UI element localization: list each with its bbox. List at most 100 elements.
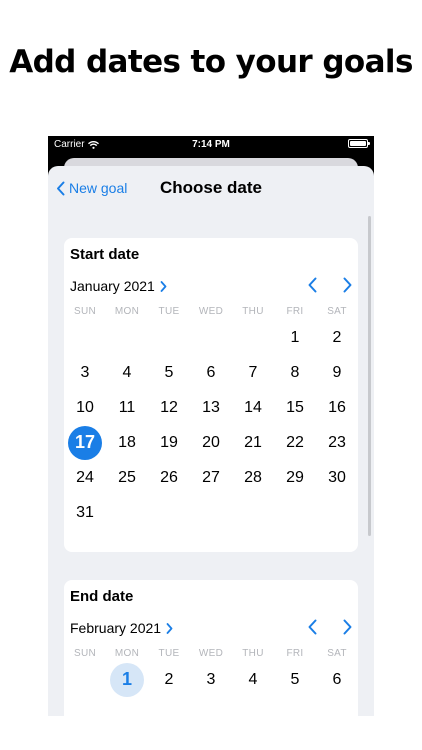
start-date-title: Start date	[70, 246, 140, 263]
day-25[interactable]: 25	[106, 460, 148, 495]
calendar-week: 17 18 19 20 21 22 23	[64, 425, 358, 460]
day-number: 26	[160, 468, 178, 486]
day-31[interactable]: 31	[64, 495, 106, 530]
end-previous-month-button[interactable]	[306, 618, 320, 641]
chevron-left-icon	[308, 619, 317, 635]
empty-day-cell	[274, 495, 316, 530]
day-30[interactable]: 30	[316, 460, 358, 495]
empty-day-cell	[148, 495, 190, 530]
day-number: 24	[76, 468, 94, 486]
day-29[interactable]: 29	[274, 460, 316, 495]
day-number: 5	[290, 670, 300, 688]
chevron-right-icon	[160, 280, 167, 292]
start-next-month-button[interactable]	[340, 276, 354, 299]
calendar-week: 31	[64, 495, 358, 530]
battery-icon	[348, 139, 370, 148]
weekday-label: SAT	[327, 648, 347, 659]
day-3[interactable]: 3	[190, 662, 232, 697]
day-17[interactable]: 17	[64, 425, 106, 460]
headline: Add dates to your goals	[9, 44, 413, 80]
day-10[interactable]: 10	[64, 390, 106, 425]
day-number: 6	[332, 670, 342, 688]
weekday-label: SUN	[73, 306, 96, 317]
day-number: 12	[160, 398, 178, 416]
day-14[interactable]: 14	[232, 390, 274, 425]
day-23[interactable]: 23	[316, 425, 358, 460]
day-16[interactable]: 16	[316, 390, 358, 425]
day-number: 20	[202, 433, 220, 451]
day-21[interactable]: 21	[232, 425, 274, 460]
day-number: 11	[118, 398, 136, 416]
calendar-week: 10 11 12 13 14 15 16	[64, 390, 358, 425]
day-number: 19	[160, 433, 178, 451]
day-number: 28	[244, 468, 262, 486]
day-13[interactable]: 13	[190, 390, 232, 425]
day-11[interactable]: 11	[106, 390, 148, 425]
day-12[interactable]: 12	[148, 390, 190, 425]
end-calendar-grid: SUN MON TUE WED THU FRI SAT 1 2 3 4 5 6	[64, 648, 358, 697]
day-number: 8	[290, 363, 300, 381]
end-date-card: End date February 2021 SUN MON TUE WED THU FR…	[64, 580, 358, 716]
day-4[interactable]: 4	[106, 355, 148, 390]
day-22[interactable]: 22	[274, 425, 316, 460]
day-24[interactable]: 24	[64, 460, 106, 495]
chevron-right-icon	[343, 619, 352, 635]
day-number: 13	[202, 398, 220, 416]
weekday-label: FRI	[286, 648, 304, 659]
day-number: 2	[164, 670, 174, 688]
day-6[interactable]: 6	[316, 662, 358, 697]
day-26[interactable]: 26	[148, 460, 190, 495]
day-2[interactable]: 2	[148, 662, 190, 697]
day-number: 4	[122, 363, 132, 381]
day-number: 2	[332, 328, 342, 346]
end-month-selector[interactable]: February 2021	[70, 620, 173, 636]
day-28[interactable]: 28	[232, 460, 274, 495]
empty-day-cell	[190, 320, 232, 355]
day-number: 4	[248, 670, 258, 688]
navigation-bar: New goal Choose date	[48, 166, 374, 212]
day-6[interactable]: 6	[190, 355, 232, 390]
weekday-label: SUN	[73, 648, 96, 659]
phone-screen: Carrier 7:14 PM New goal Choose date Sta…	[48, 136, 374, 716]
day-8[interactable]: 8	[274, 355, 316, 390]
day-5[interactable]: 5	[148, 355, 190, 390]
day-19[interactable]: 19	[148, 425, 190, 460]
day-number: 21	[244, 433, 262, 451]
day-27[interactable]: 27	[190, 460, 232, 495]
day-2[interactable]: 2	[316, 320, 358, 355]
day-9[interactable]: 9	[316, 355, 358, 390]
empty-day-cell	[106, 495, 148, 530]
day-number: 29	[286, 468, 304, 486]
day-1[interactable]: 1	[274, 320, 316, 355]
day-5[interactable]: 5	[274, 662, 316, 697]
day-number: 18	[118, 433, 136, 451]
status-time: 7:14 PM	[192, 139, 230, 150]
day-15[interactable]: 15	[274, 390, 316, 425]
day-number: 22	[286, 433, 304, 451]
day-7[interactable]: 7	[232, 355, 274, 390]
day-1[interactable]: 1	[106, 662, 148, 697]
weekday-header: SUN MON TUE WED THU FRI SAT	[64, 306, 358, 320]
day-number: 5	[164, 363, 174, 381]
day-number: 16	[328, 398, 346, 416]
start-previous-month-button[interactable]	[306, 276, 320, 299]
calendar-week: 3 4 5 6 7 8 9	[64, 355, 358, 390]
day-number: 15	[286, 398, 304, 416]
weekday-label: SAT	[327, 306, 347, 317]
day-number: 9	[332, 363, 342, 381]
day-20[interactable]: 20	[190, 425, 232, 460]
end-next-month-button[interactable]	[340, 618, 354, 641]
day-number: 30	[328, 468, 346, 486]
day-18[interactable]: 18	[106, 425, 148, 460]
status-bar: Carrier 7:14 PM	[48, 136, 374, 152]
scrollbar[interactable]	[368, 216, 371, 536]
weekday-label: THU	[242, 648, 264, 659]
start-month-selector[interactable]: January 2021	[70, 278, 167, 294]
day-number: 7	[248, 363, 258, 381]
day-3[interactable]: 3	[64, 355, 106, 390]
day-number: 23	[328, 433, 346, 451]
calendar-week: 1 2 3 4 5 6	[64, 662, 358, 697]
empty-day-cell	[148, 320, 190, 355]
empty-day-cell	[64, 320, 106, 355]
day-4[interactable]: 4	[232, 662, 274, 697]
